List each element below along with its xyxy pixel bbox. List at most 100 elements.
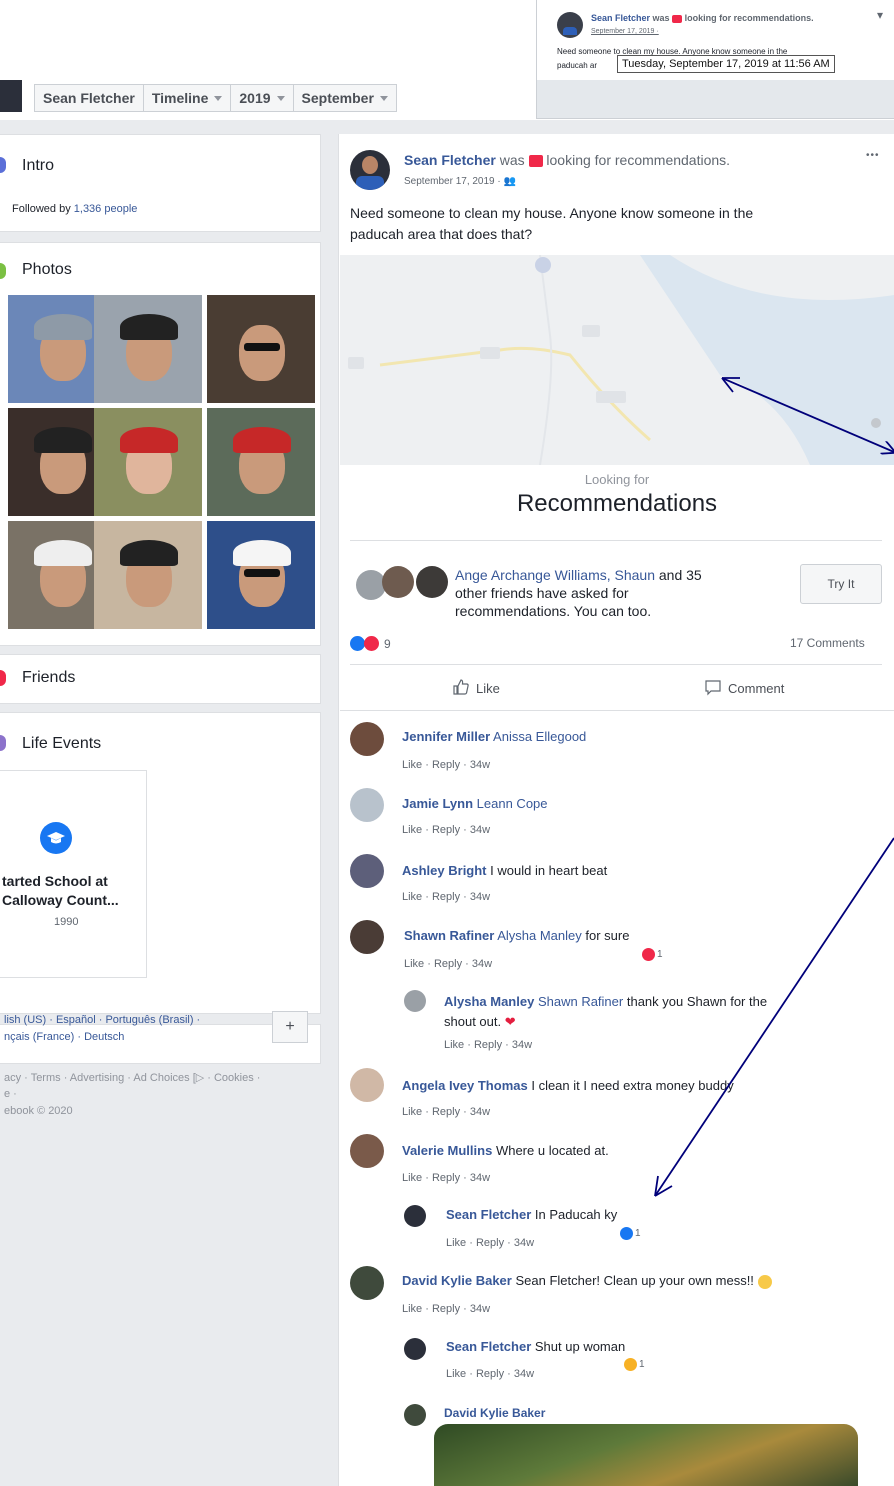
intro-icon [0, 157, 6, 173]
comment-avatar[interactable] [350, 920, 384, 954]
comment-meta[interactable]: Like · Reply · 34w [404, 958, 492, 970]
reply-text: Alysha Manley Shawn Rafiner thank you Sh… [444, 994, 768, 1029]
friends-title[interactable]: Friends [22, 669, 75, 687]
comment-meta[interactable]: Like · Reply · 34w [402, 1303, 490, 1315]
post-text-line2: paducah area that does that? [350, 226, 533, 242]
asked-friends-link[interactable]: Ange Archange Williams, Shaun [455, 567, 655, 583]
divider [350, 540, 882, 541]
comment-avatar[interactable] [350, 854, 384, 888]
friend-avatar[interactable] [416, 566, 448, 598]
inset-activity: looking for recommendations. [684, 13, 814, 23]
map-preview[interactable] [340, 255, 894, 465]
breadcrumb-year[interactable]: 2019 [231, 85, 294, 111]
add-language-button[interactable]: + [272, 1011, 308, 1043]
comment-button[interactable]: Comment [704, 678, 784, 699]
chevron-down-icon [379, 95, 388, 101]
languages-line1[interactable]: lish (US) · Español · Português (Brasil)… [4, 1014, 200, 1026]
love-reaction-icon [642, 948, 655, 961]
chevron-down-icon [276, 95, 285, 101]
comment-text: Shawn Rafiner Alysha Manley for sure [404, 928, 630, 943]
post-author-name[interactable]: Sean Fletcher [404, 152, 496, 168]
profile-picture-thumb[interactable] [0, 80, 22, 112]
reply-reaction[interactable]: 1 [624, 1358, 645, 1371]
reaction-summary[interactable]: 9 [350, 636, 391, 651]
timestamp-tooltip: Tuesday, September 17, 2019 at 11:56 AM [617, 55, 835, 73]
comment-meta[interactable]: Like · Reply · 34w [402, 891, 490, 903]
photo-thumb[interactable] [94, 521, 202, 629]
photo-thumb[interactable] [94, 408, 202, 516]
inset-date[interactable]: September 17, 2019 · [591, 28, 659, 35]
comment-bubble-icon [704, 678, 722, 699]
recommendation-icon [672, 14, 683, 23]
breadcrumb-month[interactable]: September [294, 85, 396, 111]
reply-gif-image[interactable] [434, 1424, 858, 1486]
post-more-button[interactable]: ••• [866, 150, 880, 161]
like-button[interactable]: Like [452, 678, 500, 699]
footer-copyright: ebook © 2020 [4, 1105, 73, 1117]
comment-avatar[interactable] [350, 1134, 384, 1168]
comment-reaction[interactable]: 1 [642, 948, 663, 961]
comment-avatar[interactable] [350, 1266, 384, 1300]
photo-thumb[interactable] [207, 521, 315, 629]
photos-icon [0, 263, 6, 279]
post-date[interactable]: September 17, 2019 · 👥 [404, 176, 516, 187]
life-event-title-1: tarted School at [2, 873, 108, 889]
comment-avatar[interactable] [350, 1068, 384, 1102]
photo-thumb[interactable] [207, 408, 315, 516]
photo-thumb[interactable] [207, 295, 315, 403]
life-event-title-2: Calloway Count... [2, 892, 119, 908]
inset-more-icon[interactable]: ▾ [877, 8, 883, 22]
reply-avatar[interactable] [404, 1338, 426, 1360]
divider [340, 710, 894, 711]
languages-line2[interactable]: nçais (France) · Deutsch [4, 1031, 124, 1043]
inset-author[interactable]: Sean Fletcher [591, 13, 650, 23]
recommendations-heading: Recommendations [516, 490, 718, 517]
intro-title: Intro [22, 157, 55, 174]
reply-avatar[interactable] [404, 990, 426, 1012]
comment-text: Angela Ivey Thomas I clean it I need ext… [402, 1078, 734, 1093]
footer-line2[interactable]: e · [4, 1088, 17, 1100]
post-text-line1: Need someone to clean my house. Anyone k… [350, 205, 754, 221]
chevron-down-icon [214, 95, 223, 101]
friends-card: Friends [0, 654, 321, 704]
intro-card: Intro Followed by 1,336 people [0, 134, 321, 232]
inset-was: was [652, 13, 670, 23]
breadcrumb-name[interactable]: Sean Fletcher [35, 85, 144, 111]
try-it-button[interactable]: Try It [800, 564, 882, 604]
reply-meta[interactable]: Like · Reply · 34w [446, 1237, 534, 1249]
reply-meta[interactable]: Like · Reply · 34w [446, 1368, 534, 1380]
heart-emoji-icon: ❤ [504, 1014, 516, 1029]
sad-emoji-icon [757, 1274, 772, 1289]
inset-post-header: Sean Fletcher was looking for recommenda… [591, 13, 814, 23]
like-reaction-icon [350, 636, 365, 651]
inset-avatar [557, 12, 583, 38]
comment-meta[interactable]: Like · Reply · 34w [402, 1172, 490, 1184]
followed-by: Followed by 1,336 people [12, 203, 138, 215]
friend-avatar[interactable] [382, 566, 414, 598]
divider [350, 664, 882, 665]
reply-meta[interactable]: Like · Reply · 34w [444, 1039, 532, 1051]
comment-avatar[interactable] [350, 722, 384, 756]
comment-meta[interactable]: Like · Reply · 34w [402, 759, 490, 771]
inset-text-line2: paducah ar [557, 61, 598, 70]
photo-thumb[interactable] [94, 295, 202, 403]
post-author-avatar[interactable] [350, 150, 390, 190]
comment-text: Ashley Bright I would in heart beat [402, 863, 608, 878]
laugh-reaction-icon [624, 1358, 637, 1371]
love-reaction-icon [364, 636, 379, 651]
reply-avatar[interactable] [404, 1205, 426, 1227]
comment-meta[interactable]: Like · Reply · 34w [402, 824, 490, 836]
breadcrumb-timeline[interactable]: Timeline [144, 85, 232, 111]
comment-text: David Kylie Baker Sean Fletcher! Clean u… [402, 1273, 772, 1289]
comment-text: Valerie Mullins Where u located at. [402, 1143, 609, 1158]
comment-text: Jennifer Miller Anissa Ellegood [402, 729, 587, 744]
reply-text: Sean Fletcher In Paducah ky [446, 1207, 618, 1222]
reply-avatar[interactable] [404, 1404, 426, 1426]
footer-line1[interactable]: acy · Terms · Advertising · Ad Choices [… [4, 1071, 260, 1084]
comments-count[interactable]: 17 Comments [790, 636, 865, 650]
reply-reaction[interactable]: 1 [620, 1227, 641, 1240]
inset-screenshot: Sean Fletcher was looking for recommenda… [536, 0, 894, 119]
comment-avatar[interactable] [350, 788, 384, 822]
followers-link[interactable]: 1,336 people [74, 203, 138, 215]
comment-meta[interactable]: Like · Reply · 34w [402, 1106, 490, 1118]
